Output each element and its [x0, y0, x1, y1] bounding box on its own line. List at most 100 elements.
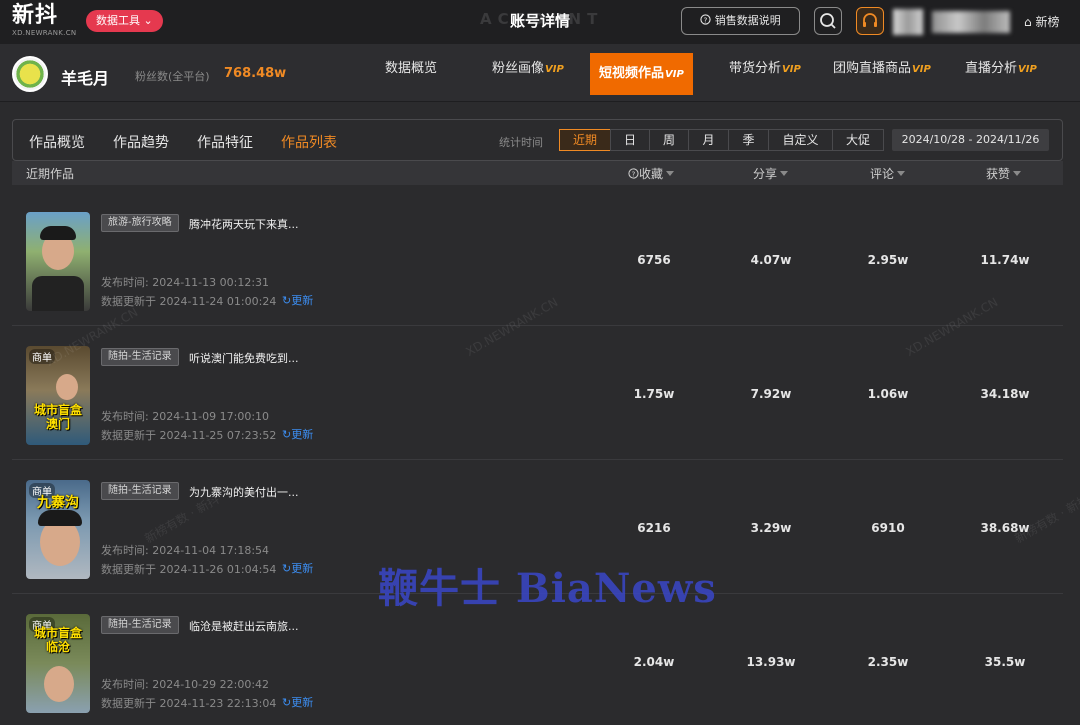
video-title[interactable]: 临沧是被赶出云南旅...	[189, 618, 299, 634]
nav-label: 粉丝画像	[492, 61, 545, 76]
nav-short-video-works[interactable]: 短视频作品VIP	[590, 53, 693, 95]
col-header-share[interactable]: 分享	[753, 165, 789, 182]
nav-fans-portrait[interactable]: 粉丝画像VIP	[492, 44, 564, 94]
sort-caret-icon	[666, 171, 675, 176]
col-header-share-label: 分享	[753, 167, 778, 181]
comment-value: 1.06w	[867, 387, 909, 401]
vip-badge: VIP	[665, 69, 684, 80]
data-updated-time: 数据更新于 2024-11-23 22:13:04	[101, 697, 277, 710]
share-value: 13.93w	[746, 655, 796, 669]
comment-value: 2.95w	[867, 253, 909, 267]
account-avatar	[12, 56, 48, 92]
sales-data-help-label: 销售数据说明	[714, 14, 781, 27]
refresh-label: 更新	[291, 562, 314, 575]
refresh-button[interactable]: ↻更新	[282, 426, 313, 442]
fans-value: 768.48w	[224, 66, 287, 81]
period-recent[interactable]: 近期	[559, 129, 611, 151]
refresh-label: 更新	[291, 428, 314, 441]
question-circle-icon: ?	[700, 14, 715, 27]
comment-value: 6910	[871, 521, 905, 535]
user-name-blurred[interactable]	[932, 11, 1010, 33]
collect-value: 6216	[637, 521, 671, 535]
collect-value: 2.04w	[633, 655, 675, 669]
vip-badge: VIP	[912, 64, 931, 75]
data-updated-time: 数据更新于 2024-11-26 01:04:54	[101, 563, 277, 576]
period-promo[interactable]: 大促	[832, 129, 884, 151]
home-icon: ⌂	[1024, 15, 1032, 29]
category-tag: 随拍-生活记录	[101, 348, 179, 366]
vip-badge: VIP	[545, 64, 564, 75]
refresh-icon: ↻	[282, 696, 292, 709]
top-bar: 新抖 XD.NEWRANK.CN 数据工具 ⌄ ACCOUNT 账号详情 ? 销…	[0, 0, 1080, 44]
refresh-button[interactable]: ↻更新	[282, 694, 313, 710]
nav-label: 数据概览	[385, 61, 438, 76]
newbang-label: 新榜	[1035, 15, 1060, 29]
publish-time: 发布时间: 2024-11-13 00:12:31	[101, 276, 270, 289]
svg-text:?: ?	[704, 15, 708, 24]
video-thumbnail[interactable]: 商单 九寨沟	[26, 480, 90, 579]
nav-sales-analysis[interactable]: 带货分析VIP	[729, 44, 801, 94]
headset-icon	[863, 13, 877, 27]
video-title[interactable]: 腾冲花两天玩下来真...	[189, 216, 299, 232]
data-updated-time: 数据更新于 2024-11-24 01:00:24	[101, 295, 277, 308]
person-hair	[38, 510, 82, 526]
sales-data-help-button[interactable]: ? 销售数据说明	[681, 7, 800, 35]
user-avatar-blurred[interactable]	[893, 9, 923, 35]
video-title[interactable]: 听说澳门能免费吃到...	[189, 350, 299, 366]
thumbnail-caption: 城市盲盒 临沧	[33, 626, 82, 654]
nav-label: 团购直播商品	[833, 61, 912, 76]
subtab-works-features[interactable]: 作品特征	[197, 132, 253, 152]
share-value: 4.07w	[750, 253, 792, 267]
refresh-icon: ↻	[282, 294, 292, 307]
vip-badge: VIP	[782, 64, 801, 75]
account-header: 羊毛月 粉丝数(全平台) 768.48w 数据概览 粉丝画像VIP 短视频作品V…	[0, 44, 1080, 102]
stat-time-label: 统计时间	[499, 136, 543, 149]
nav-data-overview[interactable]: 数据概览	[385, 44, 437, 94]
date-range[interactable]: 2024/10/28 - 2024/11/26	[892, 129, 1049, 151]
refresh-icon: ↻	[282, 562, 292, 575]
person-face	[56, 374, 78, 400]
search-button[interactable]	[814, 7, 842, 35]
data-updated-time: 数据更新于 2024-11-25 07:23:52	[101, 429, 277, 442]
thumbnail-caption: 城市盲盒 澳门	[33, 403, 82, 431]
category-tag: 随拍-生活记录	[101, 616, 179, 634]
col-header-comment-label: 评论	[870, 167, 895, 181]
vip-badge: VIP	[1018, 64, 1037, 75]
person-face	[44, 666, 74, 702]
period-quarter[interactable]: 季	[728, 129, 769, 151]
account-name: 羊毛月	[61, 69, 110, 88]
col-header-likes[interactable]: 获赞	[986, 165, 1022, 182]
question-circle-icon: ?	[628, 168, 639, 179]
nav-group-live-goods[interactable]: 团购直播商品VIP	[833, 44, 931, 94]
publish-time: 发布时间: 2024-10-29 22:00:42	[101, 678, 270, 691]
refresh-button[interactable]: ↻更新	[282, 560, 313, 576]
bianews-watermark: 鞭牛士 BiaNews	[378, 565, 717, 612]
likes-value: 11.74w	[980, 253, 1030, 267]
video-thumbnail[interactable]	[26, 212, 90, 311]
refresh-button[interactable]: ↻更新	[282, 292, 313, 308]
nav-label: 短视频作品	[599, 66, 665, 81]
subtab-works-list[interactable]: 作品列表	[281, 132, 337, 152]
col-header-comment[interactable]: 评论	[870, 165, 906, 182]
subtab-works-overview[interactable]: 作品概览	[29, 132, 85, 152]
search-icon	[820, 13, 836, 29]
col-header-works: 近期作品	[26, 167, 75, 181]
sort-caret-icon	[897, 171, 906, 176]
nav-live-analysis[interactable]: 直播分析VIP	[965, 44, 1037, 94]
refresh-label: 更新	[291, 294, 314, 307]
customer-service-button[interactable]	[856, 7, 884, 35]
period-month[interactable]: 月	[688, 129, 729, 151]
video-thumbnail[interactable]: 商单 城市盲盒 临沧	[26, 614, 90, 713]
category-tag: 旅游-旅行攻略	[101, 214, 179, 232]
newbang-link[interactable]: ⌂ 新榜	[1024, 13, 1059, 30]
period-day[interactable]: 日	[610, 129, 650, 151]
person-hair	[40, 226, 76, 240]
period-custom[interactable]: 自定义	[768, 129, 833, 151]
subtab-works-trend[interactable]: 作品趋势	[113, 132, 169, 152]
sort-caret-icon	[780, 171, 789, 176]
col-header-collect[interactable]: ? 收藏	[628, 165, 675, 182]
svg-text:?: ?	[632, 169, 636, 178]
share-value: 3.29w	[750, 521, 792, 535]
nav-label: 直播分析	[965, 61, 1018, 76]
period-week[interactable]: 周	[649, 129, 689, 151]
